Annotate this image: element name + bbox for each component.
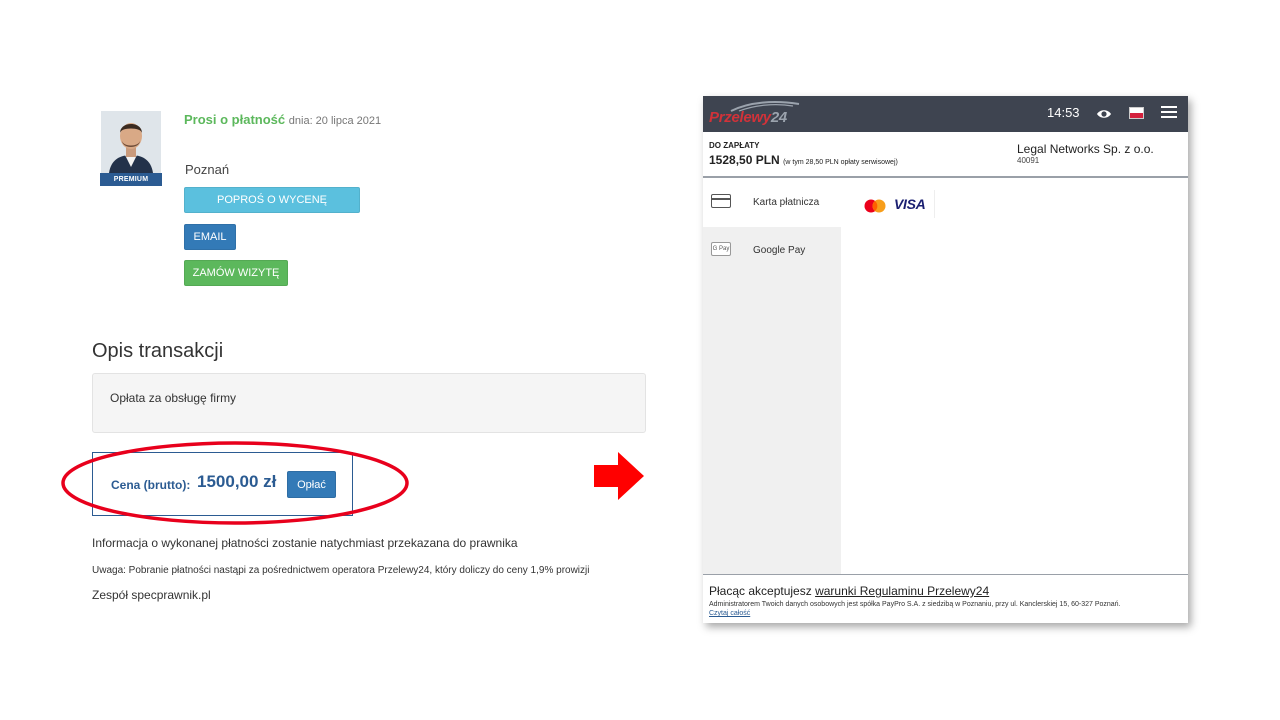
przelewy24-logo: Przelewy24 xyxy=(709,100,800,128)
credit-card-icon xyxy=(711,194,731,208)
visa-logo: VISA xyxy=(894,196,926,212)
logo-number-text: 24 xyxy=(770,109,787,126)
payment-info-text: Informacja o wykonanej płatności zostani… xyxy=(92,536,518,550)
p24-topbar: Przelewy24 14:53 xyxy=(703,96,1188,132)
payment-methods-sidebar: Karta płatnicza G Pay Google Pay xyxy=(703,179,841,574)
read-more-link[interactable]: Czytaj całość xyxy=(709,610,750,617)
service-fee-note: (w tym 28,50 PLN opłaty serwisowej) xyxy=(783,159,898,166)
right-arrow-icon xyxy=(594,452,644,500)
request-date: dnia: 20 lipca 2021 xyxy=(288,115,382,127)
premium-badge: PREMIUM xyxy=(100,173,162,186)
p24-footer: Płacąc akceptujesz warunki Regulaminu Pr… xyxy=(703,574,1188,623)
city-label: Poznań xyxy=(185,162,230,177)
przelewy24-window: Przelewy24 14:53 DO ZAPŁATY 1528,50 PLN … xyxy=(703,96,1188,623)
team-signature: Zespół specprawnik.pl xyxy=(92,588,211,602)
payment-summary: DO ZAPŁATY 1528,50 PLN (w tym 28,50 PLN … xyxy=(703,132,1188,178)
transaction-description-text: Opłata za obsługę firmy xyxy=(110,391,237,405)
payment-request-line: Prosi o płatność dnia: 20 lipca 2021 xyxy=(184,112,381,127)
terms-prefix: Płacąc akceptujesz xyxy=(709,584,816,598)
mastercard-icon xyxy=(864,199,886,213)
request-quote-button[interactable]: POPROŚ O WYCENĘ xyxy=(184,187,360,213)
payment-note-text: Uwaga: Pobranie płatności nastąpi za poś… xyxy=(92,565,590,576)
amount-due-value: 1528,50 PLN xyxy=(709,153,780,167)
method-google-pay[interactable]: G Pay Google Pay xyxy=(703,227,841,275)
book-visit-button[interactable]: ZAMÓW WIZYTĘ xyxy=(184,260,288,286)
polish-flag-icon[interactable] xyxy=(1129,107,1144,119)
highlight-ellipse xyxy=(61,441,409,525)
eye-icon[interactable] xyxy=(1096,106,1112,122)
request-label: Prosi o płatność xyxy=(184,112,286,127)
transaction-description-box: Opłata za obsługę firmy xyxy=(92,373,646,433)
hamburger-menu-icon[interactable] xyxy=(1161,106,1177,120)
payment-method-content: VISA xyxy=(841,179,1188,574)
method-card[interactable]: Karta płatnicza xyxy=(703,179,841,227)
clock-time: 14:53 xyxy=(1047,105,1080,120)
amount-due-label: DO ZAPŁATY xyxy=(709,141,760,150)
transaction-description-title: Opis transakcji xyxy=(92,340,224,362)
email-button[interactable]: EMAIL xyxy=(184,224,236,250)
terms-link[interactable]: warunki Regulaminu Przelewy24 xyxy=(815,584,989,598)
method-google-pay-label: Google Pay xyxy=(753,245,806,256)
merchant-name: Legal Networks Sp. z o.o. xyxy=(1017,142,1154,156)
data-admin-note: Administratorem Twoich danych osobowych … xyxy=(709,601,1121,608)
logo-main-text: Przelewy xyxy=(709,109,771,126)
amount-due: 1528,50 PLN (w tym 28,50 PLN opłaty serw… xyxy=(709,153,898,167)
method-card-label: Karta płatnicza xyxy=(753,197,820,208)
google-pay-icon: G Pay xyxy=(711,242,731,256)
merchant-id: 40091 xyxy=(1017,156,1040,165)
card-brands[interactable]: VISA xyxy=(855,190,935,218)
lawyer-avatar xyxy=(101,111,161,173)
terms-acceptance: Płacąc akceptujesz warunki Regulaminu Pr… xyxy=(709,584,989,598)
